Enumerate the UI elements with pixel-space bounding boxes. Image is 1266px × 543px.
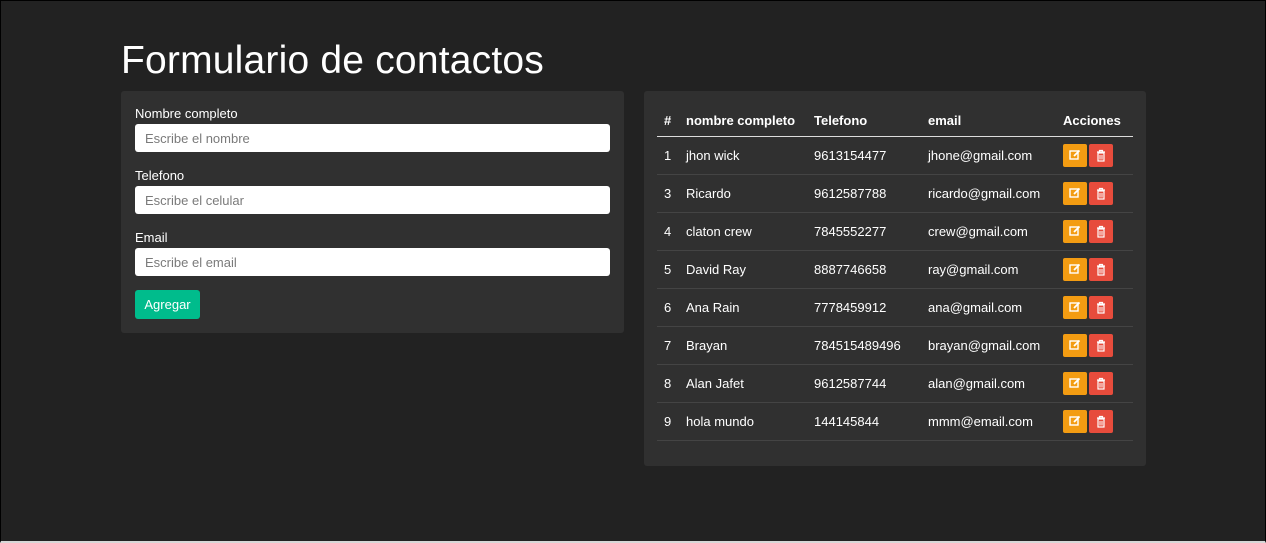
edit-button[interactable] [1063,295,1087,319]
cell-actions [1056,174,1133,213]
cell-phone: 784515489496 [807,326,921,365]
cell-phone: 7778459912 [807,288,921,327]
cell-email: crew@gmail.com [921,212,1056,251]
header-number: # [657,106,679,137]
header-name: nombre completo [679,106,807,137]
delete-button[interactable] [1089,371,1113,395]
name-input[interactable] [135,124,610,152]
cell-actions [1056,402,1133,441]
contacts-table-card: # nombre completo Telefono email Accione… [644,91,1146,466]
cell-email: jhone@gmail.com [921,136,1056,175]
cell-phone: 9612587744 [807,364,921,403]
table-body: 1 jhon wick 9613154477 jhone@gmail.com 3 Rica… [657,136,1133,441]
cell-phone: 9613154477 [807,136,921,175]
header-actions: Acciones [1056,106,1133,137]
cell-email: brayan@gmail.com [921,326,1056,365]
delete-button[interactable] [1089,143,1113,167]
cell-id: 3 [657,174,679,213]
page-title: Formulario de contactos [121,39,544,82]
edit-button[interactable] [1063,219,1087,243]
table-row: 5 David Ray 8887746658 ray@gmail.com [657,250,1133,289]
table-row: 8 Alan Jafet 9612587744 alan@gmail.com [657,364,1133,403]
table-header-row: # nombre completo Telefono email Accione… [657,106,1133,137]
add-button[interactable]: Agregar [135,290,200,319]
cell-name: hola mundo [679,402,807,441]
table-row: 9 hola mundo 144145844 mmm@email.com [657,402,1133,441]
email-input[interactable] [135,248,610,276]
delete-button[interactable] [1089,257,1113,281]
cell-id: 8 [657,364,679,403]
phone-input[interactable] [135,186,610,214]
table-row: 3 Ricardo 9612587788 ricardo@gmail.com [657,174,1133,213]
delete-button[interactable] [1089,295,1113,319]
cell-id: 1 [657,136,679,175]
cell-id: 4 [657,212,679,251]
edit-button[interactable] [1063,257,1087,281]
edit-button[interactable] [1063,333,1087,357]
cell-email: alan@gmail.com [921,364,1056,403]
table-row: 1 jhon wick 9613154477 jhone@gmail.com [657,136,1133,175]
contacts-table: # nombre completo Telefono email Accione… [657,106,1133,441]
cell-phone: 144145844 [807,402,921,441]
cell-email: ricardo@gmail.com [921,174,1056,213]
cell-email: ana@gmail.com [921,288,1056,327]
cell-name: Brayan [679,326,807,365]
header-phone: Telefono [807,106,921,137]
cell-actions [1056,288,1133,327]
cell-name: Alan Jafet [679,364,807,403]
cell-actions [1056,364,1133,403]
edit-button[interactable] [1063,181,1087,205]
header-email: email [921,106,1056,137]
delete-button[interactable] [1089,219,1113,243]
edit-button[interactable] [1063,371,1087,395]
table-row: 4 claton crew 7845552277 crew@gmail.com [657,212,1133,251]
cell-id: 7 [657,326,679,365]
table-row: 6 Ana Rain 7778459912 ana@gmail.com [657,288,1133,327]
cell-email: mmm@email.com [921,402,1056,441]
cell-phone: 7845552277 [807,212,921,251]
cell-actions [1056,212,1133,251]
delete-button[interactable] [1089,181,1113,205]
cell-actions [1056,250,1133,289]
edit-button[interactable] [1063,143,1087,167]
cell-name: Ana Rain [679,288,807,327]
cell-id: 5 [657,250,679,289]
cell-id: 9 [657,402,679,441]
contact-form: Nombre completo Telefono Email Agregar [121,91,624,333]
table-row: 7 Brayan 784515489496 brayan@gmail.com [657,326,1133,365]
cell-phone: 8887746658 [807,250,921,289]
edit-button[interactable] [1063,409,1087,433]
cell-id: 6 [657,288,679,327]
email-label: Email [135,230,168,245]
cell-email: ray@gmail.com [921,250,1056,289]
name-label: Nombre completo [135,106,238,121]
app-window: Formulario de contactos Nombre completo … [0,0,1266,543]
cell-actions [1056,136,1133,175]
cell-name: claton crew [679,212,807,251]
cell-name: Ricardo [679,174,807,213]
phone-label: Telefono [135,168,185,183]
cell-name: David Ray [679,250,807,289]
cell-actions [1056,326,1133,365]
cell-name: jhon wick [679,136,807,175]
delete-button[interactable] [1089,409,1113,433]
delete-button[interactable] [1089,333,1113,357]
cell-phone: 9612587788 [807,174,921,213]
